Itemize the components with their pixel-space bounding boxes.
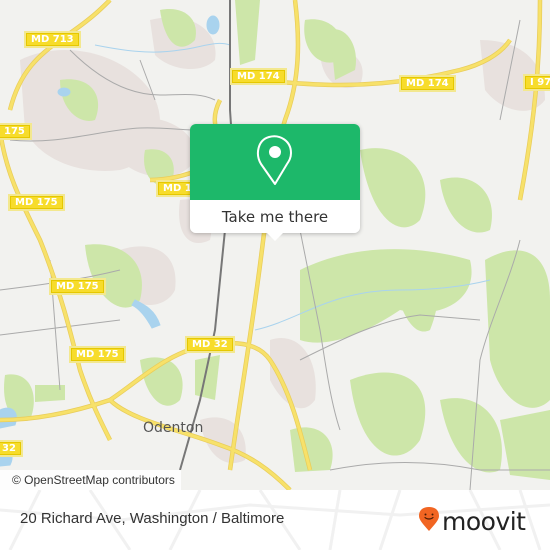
road-shield-md175: MD 175 — [8, 194, 65, 211]
place-label-odenton: Odenton — [143, 420, 204, 436]
road-shield-md175: MD 175 — [69, 346, 126, 363]
map-view[interactable]: MD 713 MD 174 MD 174 I 97 175 MD 175 MD … — [0, 0, 550, 490]
road-shield-md175: 175 — [0, 123, 32, 140]
moovit-wordmark: moovit — [442, 506, 526, 536]
moovit-smile-pin-icon — [418, 506, 440, 536]
road-shield-md32: 32 — [0, 440, 23, 457]
road-shield-md32: MD 32 — [185, 336, 235, 353]
popup-pointer — [266, 232, 284, 241]
road-shield-md713: MD 713 — [24, 31, 81, 48]
take-me-there-popup[interactable]: Take me there — [190, 124, 360, 241]
road-shield-md175: MD 175 — [49, 278, 106, 295]
address-text: 20 Richard Ave, Washington / Baltimore — [20, 510, 285, 527]
map-pin-icon — [255, 134, 295, 190]
road-shield-md174: MD 174 — [399, 75, 456, 92]
road-shield-md174: MD 174 — [230, 68, 287, 85]
map-attribution[interactable]: © OpenStreetMap contributors — [0, 470, 181, 490]
road-shield-i97: I 97 — [523, 74, 550, 91]
moovit-logo[interactable]: moovit — [418, 506, 526, 536]
take-me-there-button[interactable]: Take me there — [190, 200, 360, 233]
popup-header[interactable] — [190, 124, 360, 200]
footer-bar: 20 Richard Ave, Washington / Baltimore m… — [0, 490, 550, 550]
